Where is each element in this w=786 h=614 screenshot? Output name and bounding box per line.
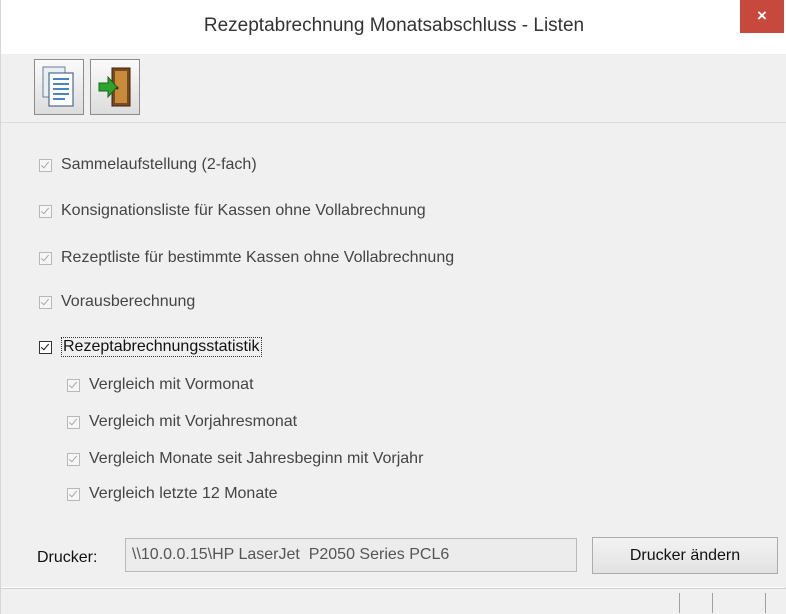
exit-door-icon bbox=[98, 67, 131, 107]
checkbox-vergleich-12-monate[interactable]: Vergleich letzte 12 Monate bbox=[67, 483, 278, 505]
checkbox-vorausberechnung[interactable]: Vorausberechnung bbox=[39, 291, 195, 313]
checkbox-label: Konsignationsliste für Kassen ohne Volla… bbox=[61, 202, 426, 219]
status-separator bbox=[765, 593, 766, 613]
checkbox-label: Vergleich Monate seit Jahresbeginn mit V… bbox=[89, 450, 424, 467]
checkbox-label: Vergleich mit Vorjahresmonat bbox=[89, 413, 298, 430]
checkbox-box[interactable] bbox=[39, 340, 52, 354]
exit-button[interactable] bbox=[90, 59, 140, 115]
checkbox-box[interactable] bbox=[67, 378, 80, 392]
checkbox-vergleich-vorjahresmonat[interactable]: Vergleich mit Vorjahresmonat bbox=[67, 411, 297, 433]
checkbox-label: Rezeptliste für bestimmte Kassen ohne Vo… bbox=[61, 249, 455, 266]
checkbox-label: Vergleich mit Vormonat bbox=[89, 376, 254, 393]
title-bar[interactable]: Rezeptabrechnung Monatsabschluss - Liste… bbox=[1, 0, 786, 54]
checkbox-label: Vergleich letzte 12 Monate bbox=[89, 485, 278, 502]
checkbox-rezeptabrechnungsstatistik[interactable]: Rezeptabrechnungsstatistik bbox=[39, 336, 262, 358]
checkbox-box[interactable] bbox=[39, 158, 52, 172]
checkbox-label: Sammelaufstellung (2-fach) bbox=[61, 156, 257, 173]
checkbox-rezeptliste[interactable]: Rezeptliste für bestimmte Kassen ohne Vo… bbox=[39, 247, 454, 269]
print-lists-button[interactable] bbox=[34, 59, 84, 115]
window-title: Rezeptabrechnung Monatsabschluss - Liste… bbox=[203, 15, 585, 36]
checkbox-box[interactable] bbox=[39, 204, 52, 218]
checkbox-vergleich-jahresbeginn[interactable]: Vergleich Monate seit Jahresbeginn mit V… bbox=[67, 448, 423, 470]
printer-path-field[interactable]: \\10.0.0.15\HP LaserJet P2050 Series PCL… bbox=[125, 538, 577, 572]
toolbar bbox=[1, 54, 786, 123]
printer-label: Drucker: bbox=[37, 549, 98, 566]
dialog-window: Rezeptabrechnung Monatsabschluss - Liste… bbox=[0, 0, 786, 614]
checkbox-box[interactable] bbox=[67, 452, 80, 466]
status-bar bbox=[1, 588, 786, 614]
close-button[interactable]: × bbox=[740, 0, 784, 33]
status-separator bbox=[712, 593, 713, 613]
checkbox-sammelaufstellung[interactable]: Sammelaufstellung (2-fach) bbox=[39, 154, 257, 176]
checkbox-label: Rezeptabrechnungsstatistik bbox=[61, 337, 262, 357]
checkbox-label: Vorausberechnung bbox=[61, 293, 196, 310]
checkbox-vergleich-vormonat[interactable]: Vergleich mit Vormonat bbox=[67, 374, 254, 396]
options-panel: Sammelaufstellung (2-fach) Konsignations… bbox=[1, 123, 786, 587]
change-printer-button[interactable]: Drucker ändern bbox=[592, 537, 778, 574]
checkbox-box[interactable] bbox=[39, 251, 52, 265]
status-separator bbox=[679, 593, 680, 613]
checkbox-box[interactable] bbox=[67, 415, 80, 429]
document-list-icon bbox=[42, 66, 74, 107]
checkbox-box[interactable] bbox=[67, 487, 80, 501]
checkbox-box[interactable] bbox=[39, 295, 52, 309]
close-icon: × bbox=[757, 6, 767, 25]
checkbox-konsignationsliste[interactable]: Konsignationsliste für Kassen ohne Volla… bbox=[39, 200, 426, 222]
